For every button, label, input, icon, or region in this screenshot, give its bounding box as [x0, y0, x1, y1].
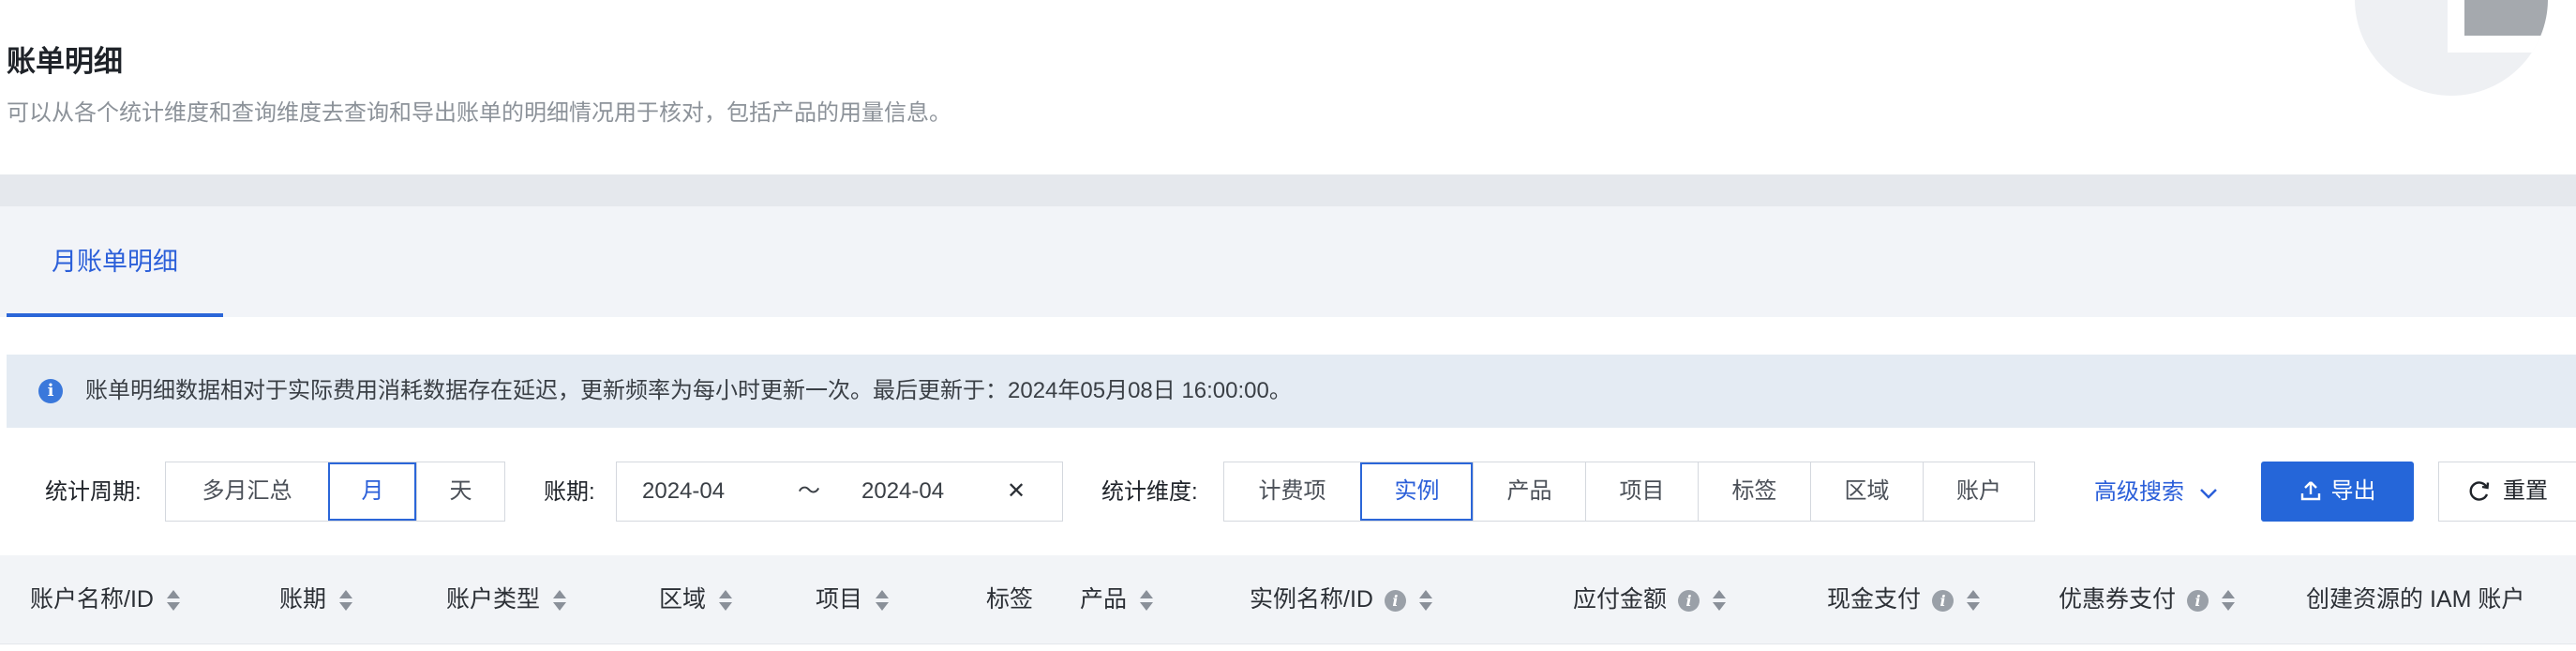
advanced-search-label: 高级搜索 [2094, 479, 2184, 505]
header-illustration [2355, 0, 2548, 96]
sort-icon[interactable] [1140, 588, 1154, 613]
column-header-region[interactable]: 区域 [659, 555, 733, 643]
chevron-down-icon [2199, 488, 2217, 499]
reset-button[interactable]: 重置 [2438, 462, 2576, 522]
sort-icon[interactable] [1713, 588, 1727, 613]
info-icon[interactable]: i [1678, 589, 1700, 612]
period-option-month[interactable]: 月 [328, 462, 416, 521]
sort-icon[interactable] [1418, 588, 1432, 613]
export-label: 导出 [2330, 478, 2376, 504]
reset-label: 重置 [2503, 478, 2548, 504]
upload-icon [2300, 480, 2320, 500]
billing-period-range-picker[interactable]: 2024-04 ～ 2024-04 ✕ [616, 462, 1063, 522]
sort-icon[interactable] [719, 588, 733, 613]
info-icon[interactable]: i [1384, 589, 1406, 612]
column-header-account-type[interactable]: 账户类型 [446, 555, 567, 643]
notice-text: 账单明细数据相对于实际费用消耗数据存在延迟，更新频率为每小时更新一次。最后更新于… [85, 378, 1292, 403]
dimension-option-project[interactable]: 项目 [1585, 462, 1698, 521]
billing-period-label: 账期: [544, 479, 595, 505]
column-header-product[interactable]: 产品 [1080, 555, 1154, 643]
date-separator: ～ [798, 478, 820, 504]
period-segmented-control: 多月汇总 月 天 [165, 462, 505, 522]
filter-bar: 统计周期: 多月汇总 月 天 账期: 2024-04 ～ 2024-04 ✕ 统… [0, 460, 2576, 525]
dimension-option-region[interactable]: 区域 [1810, 462, 1923, 521]
column-header-iam-account: 创建资源的 IAM 账户 [2306, 586, 2525, 613]
dimension-label: 统计维度: [1101, 479, 1198, 505]
column-header-tag: 标签 [986, 586, 1034, 613]
info-icon[interactable]: i [2187, 589, 2209, 612]
dimension-option-account[interactable]: 账户 [1923, 462, 2034, 521]
column-header-cash-payment[interactable]: 现金支付 i [1827, 555, 1981, 643]
active-tab-indicator [7, 313, 223, 317]
tab-monthly-bill-detail[interactable]: 月账单明细 [7, 206, 223, 317]
sort-icon[interactable] [166, 588, 180, 613]
column-header-account-name[interactable]: 账户名称/ID [30, 555, 180, 643]
date-start[interactable]: 2024-04 [642, 462, 725, 521]
sort-icon[interactable] [553, 588, 567, 613]
page-header: 账单明细 可以从各个统计维度和查询维度去查询和导出账单的明细情况用于核对，包括产… [0, 0, 2576, 174]
dimension-option-instance[interactable]: 实例 [1360, 462, 1473, 521]
tab-bar: 月账单明细 [0, 206, 2576, 317]
period-option-day[interactable]: 天 [416, 462, 504, 521]
column-header-billing-period[interactable]: 账期 [279, 555, 353, 643]
column-header-project[interactable]: 项目 [816, 555, 890, 643]
column-header-instance-name[interactable]: 实例名称/ID i [1250, 555, 1432, 643]
sort-icon[interactable] [339, 588, 353, 613]
period-label: 统计周期: [45, 479, 142, 505]
period-option-multi-month[interactable]: 多月汇总 [166, 462, 328, 521]
advanced-search-toggle[interactable]: 高级搜索 [2094, 460, 2219, 525]
dimension-option-tag[interactable]: 标签 [1698, 462, 1810, 521]
sort-icon[interactable] [876, 588, 890, 613]
sort-icon[interactable] [1967, 588, 1981, 613]
date-end[interactable]: 2024-04 [861, 462, 944, 521]
page-title: 账单明细 [7, 45, 123, 78]
sort-icon[interactable] [2222, 588, 2236, 613]
export-button[interactable]: 导出 [2261, 462, 2414, 522]
table-header-row: 账户名称/ID 账期 账户类型 区域 项目 标签 产品 实例名称/ID i 应付金… [0, 555, 2576, 644]
dimension-option-product[interactable]: 产品 [1473, 462, 1585, 521]
notice-banner: i 账单明细数据相对于实际费用消耗数据存在延迟，更新频率为每小时更新一次。最后更… [7, 355, 2576, 428]
column-header-coupon-payment[interactable]: 优惠券支付 i [2059, 555, 2236, 643]
refresh-icon [2469, 480, 2490, 501]
dimension-segmented-control: 计费项 实例 产品 项目 标签 区域 账户 [1223, 462, 2035, 522]
clear-icon[interactable]: ✕ [1007, 462, 1026, 521]
column-header-amount-payable[interactable]: 应付金额 i [1573, 555, 1727, 643]
info-icon[interactable]: i [1932, 589, 1954, 612]
info-icon: i [38, 379, 63, 403]
dimension-option-billing-item[interactable]: 计费项 [1224, 462, 1360, 521]
section-divider [0, 174, 2576, 206]
page-description: 可以从各个统计维度和查询维度去查询和导出账单的明细情况用于核对，包括产品的用量信… [7, 100, 951, 126]
